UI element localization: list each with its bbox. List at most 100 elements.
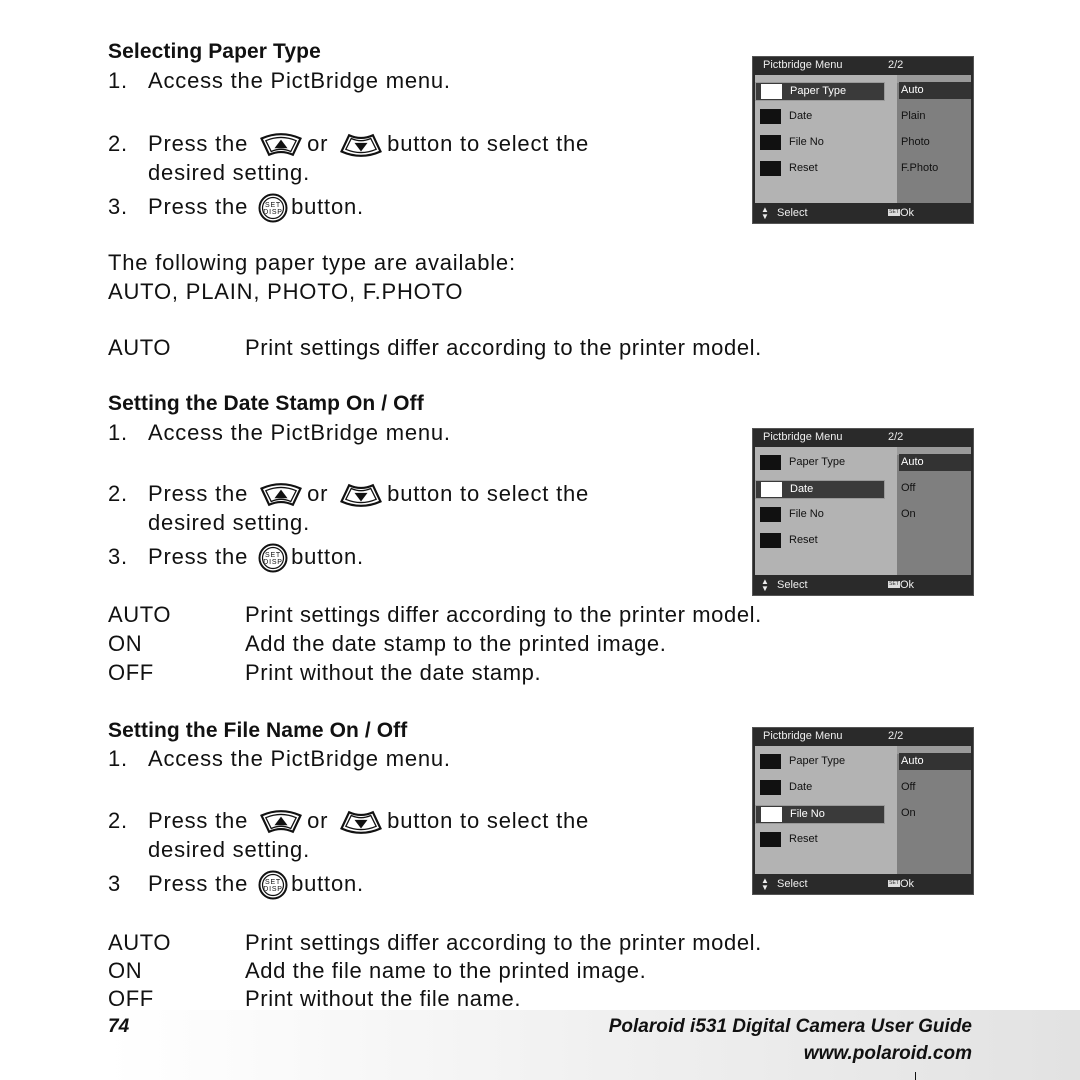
definition-text: Add the file name to the printed image.: [245, 958, 647, 983]
step-2-continued: desired setting.: [148, 160, 310, 185]
pictbridge-menu-screen: Pictbridge Menu 2/2 Paper Type Date File…: [752, 428, 974, 596]
menu-item-date[interactable]: Date: [755, 779, 883, 796]
down-arrow-button-icon: [339, 809, 383, 835]
down-arrow-button-icon: [339, 132, 383, 158]
clock-icon: [761, 482, 782, 497]
definition-term: AUTO: [108, 335, 172, 360]
definition-term: OFF: [108, 986, 154, 1011]
step-3: 3. Press the button.: [108, 543, 364, 573]
file-number-icon: [760, 507, 781, 522]
up-down-arrows-icon: ▲ ▼: [761, 577, 769, 593]
menu-page: 2/2: [888, 59, 904, 71]
paper-type-icon: [761, 84, 782, 99]
step-text-or: or: [307, 808, 329, 833]
step-3: 3. Press the button.: [108, 193, 364, 223]
reset-tools-icon: [760, 832, 781, 847]
menu-option[interactable]: On: [899, 506, 971, 523]
menu-page: 2/2: [888, 730, 904, 742]
menu-item-reset[interactable]: Reset: [755, 532, 883, 549]
definition-term: ON: [108, 958, 143, 983]
step-text-pre: Press the: [148, 131, 249, 156]
menu-item-date[interactable]: Date: [755, 480, 885, 499]
up-down-arrows-icon: ▲ ▼: [761, 876, 769, 892]
reset-tools-icon: [760, 161, 781, 176]
step-text-or: or: [307, 481, 329, 506]
step-number: 1.: [108, 420, 128, 445]
crop-mark: [915, 1072, 916, 1080]
step-1: 1. Access the PictBridge menu.: [108, 420, 451, 446]
set-disp-button-icon: [258, 870, 288, 900]
set-icon: SET: [888, 581, 900, 588]
definition-text: Print settings differ according to the p…: [245, 335, 762, 360]
step-number: 3: [108, 870, 122, 896]
menu-option[interactable]: F.Photo: [899, 160, 971, 177]
step-1: 1. Access the PictBridge menu.: [108, 746, 451, 772]
step-text-post: button.: [291, 193, 364, 219]
definition-text: Add the date stamp to the printed image.: [245, 631, 667, 656]
definition-text: Print settings differ according to the p…: [245, 930, 762, 955]
set-disp-button-icon: [258, 543, 288, 573]
step-text-pre: Press the: [148, 481, 249, 506]
step-number: 3.: [108, 193, 128, 219]
menu-item-paper-type[interactable]: Paper Type: [755, 82, 885, 101]
menu-option[interactable]: Auto: [899, 753, 971, 770]
menu-title: Pictbridge Menu: [763, 431, 843, 443]
definition-row: AUTO Print settings differ according to …: [0, 602, 900, 630]
step-number: 2.: [108, 481, 128, 506]
menu-option[interactable]: Auto: [899, 82, 971, 99]
definition-term: AUTO: [108, 930, 172, 955]
step-text: Access the PictBridge menu.: [148, 746, 451, 771]
step-text-or: or: [307, 131, 329, 156]
page-number: 74: [108, 1016, 130, 1037]
menu-item-paper-type[interactable]: Paper Type: [755, 753, 883, 770]
file-number-icon: [761, 807, 782, 822]
definition-text: Print without the date stamp.: [245, 660, 542, 685]
definition-row: OFF Print without the date stamp.: [0, 660, 900, 688]
step-text-pre: Press the: [148, 543, 249, 569]
menu-item-file-no[interactable]: File No: [755, 506, 883, 523]
intro-line: The following paper type are available:: [108, 250, 516, 275]
menu-option[interactable]: Off: [899, 779, 971, 796]
definition-term: OFF: [108, 660, 154, 685]
step-number: 1.: [108, 68, 128, 93]
menu-item-reset[interactable]: Reset: [755, 160, 883, 177]
step-text-post: button.: [291, 543, 364, 569]
definition-term: AUTO: [108, 602, 172, 627]
menu-option[interactable]: Auto: [899, 454, 971, 471]
menu-item-file-no[interactable]: File No: [755, 134, 883, 151]
definition-row: AUTO Print settings differ according to …: [0, 930, 900, 958]
menu-option[interactable]: Photo: [899, 134, 971, 151]
menu-footer: ▲ ▼ Select SET Ok: [753, 875, 973, 894]
menu-page: 2/2: [888, 431, 904, 443]
step-2-continued: desired setting.: [148, 510, 310, 535]
paper-types-list: AUTO, PLAIN, PHOTO, F.PHOTO: [108, 279, 464, 304]
website-link[interactable]: www.polaroid.com: [804, 1043, 972, 1065]
up-down-arrows-icon: ▲ ▼: [761, 205, 769, 221]
section-heading-paper-type: Selecting Paper Type: [108, 40, 321, 63]
up-arrow-button-icon: [259, 809, 303, 835]
menu-item-paper-type[interactable]: Paper Type: [755, 454, 883, 471]
menu-option[interactable]: Off: [899, 480, 971, 497]
down-arrow-button-icon: [339, 482, 383, 508]
step-text: Access the PictBridge menu.: [148, 420, 451, 445]
menu-item-reset[interactable]: Reset: [755, 831, 883, 848]
step-text-post: button.: [291, 870, 364, 896]
definition-row: ON Add the file name to the printed imag…: [0, 958, 900, 986]
menu-option[interactable]: On: [899, 805, 971, 822]
guide-title: Polaroid i531 Digital Camera User Guide: [608, 1016, 972, 1037]
menu-title: Pictbridge Menu: [763, 730, 843, 742]
step-text-pre: Press the: [148, 808, 249, 833]
menu-option[interactable]: Plain: [899, 108, 971, 125]
menu-footer: ▲ ▼ Select SET Ok: [753, 576, 973, 595]
definition-text: Print settings differ according to the p…: [245, 602, 762, 627]
reset-tools-icon: [760, 533, 781, 548]
menu-item-date[interactable]: Date: [755, 108, 883, 125]
step-3: 3 Press the button.: [108, 870, 364, 900]
menu-title: Pictbridge Menu: [763, 59, 843, 71]
menu-item-file-no[interactable]: File No: [755, 805, 885, 824]
step-number: 2.: [108, 808, 128, 833]
section-heading-file-name: Setting the File Name On / Off: [108, 719, 408, 742]
paper-type-icon: [760, 455, 781, 470]
definition-row: AUTO Print settings differ according to …: [0, 335, 900, 363]
paper-type-icon: [760, 754, 781, 769]
